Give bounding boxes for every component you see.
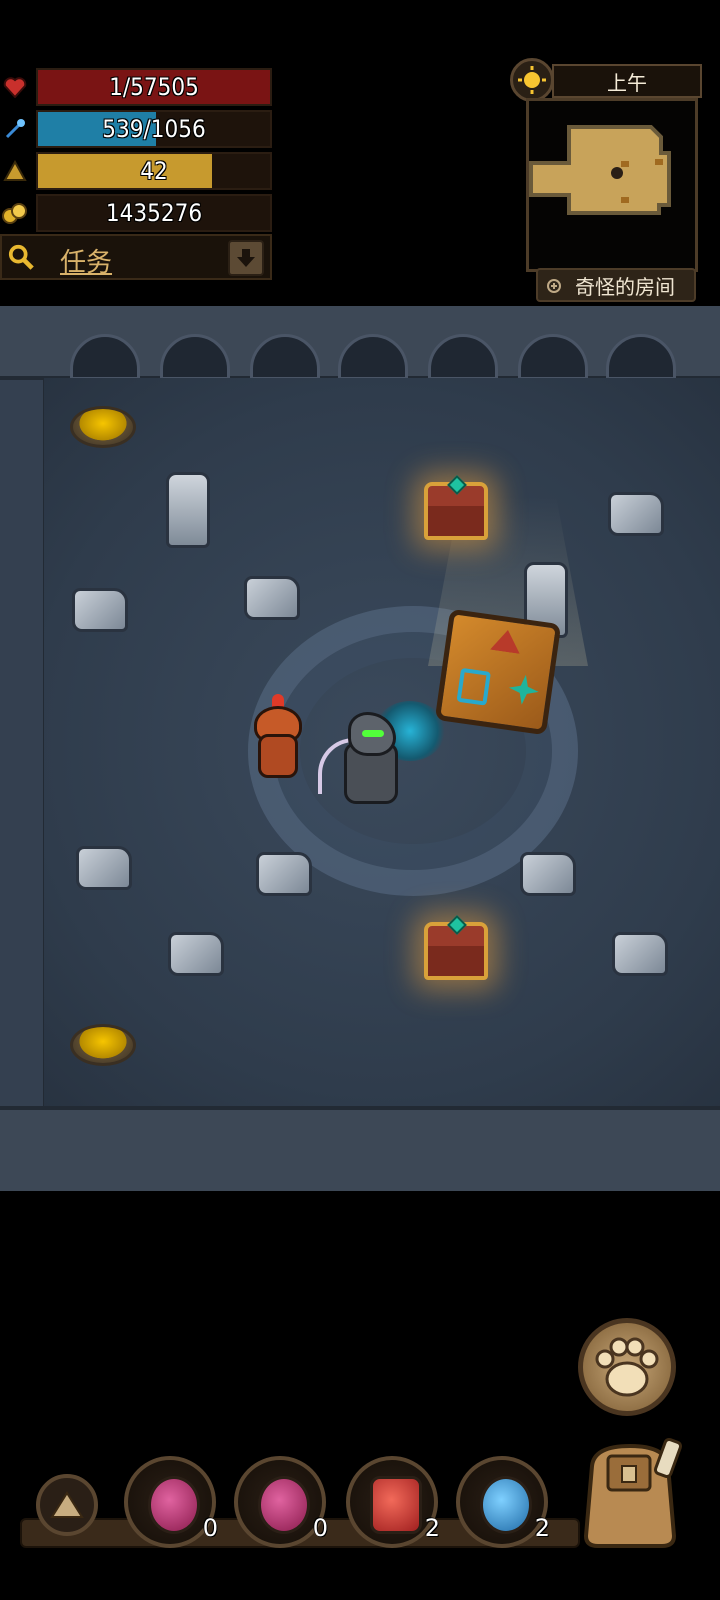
ore-rock[interactable] bbox=[76, 846, 132, 890]
mana-text: 539/1056 bbox=[102, 115, 206, 143]
minimap[interactable] bbox=[526, 98, 698, 272]
health-bar: 1/57505 bbox=[36, 68, 272, 106]
magic-wand-icon bbox=[2, 116, 28, 142]
backpack-button[interactable] bbox=[574, 1436, 686, 1552]
gold-pot[interactable] bbox=[70, 406, 136, 448]
ore-rock[interactable] bbox=[608, 492, 664, 536]
ore-rock[interactable] bbox=[256, 852, 312, 896]
arrow-up-icon bbox=[50, 1491, 84, 1518]
mana-potion-slot[interactable]: 0 bbox=[234, 1456, 328, 1548]
slot-count: 0 bbox=[312, 1514, 328, 1542]
dark-knight-companion[interactable] bbox=[318, 708, 418, 818]
paw-icon bbox=[595, 1337, 659, 1397]
mana-row: 539/1056 bbox=[0, 108, 272, 148]
slot-count: 2 bbox=[424, 1514, 440, 1542]
blue-potion-icon bbox=[480, 1476, 532, 1534]
health-potion-icon bbox=[148, 1476, 200, 1534]
gold-row: 1435276 bbox=[0, 192, 272, 232]
wall-arch bbox=[606, 334, 676, 380]
rune-cube[interactable] bbox=[434, 608, 562, 736]
treasure-chest[interactable] bbox=[424, 475, 488, 540]
gold-text: 1435276 bbox=[105, 199, 203, 227]
heart-icon bbox=[2, 74, 28, 100]
ore-rock[interactable] bbox=[244, 576, 300, 620]
minimap-panel: 上午 奇怪的房间 bbox=[510, 58, 714, 308]
task-label[interactable]: 任务 bbox=[60, 242, 112, 279]
game-scene[interactable] bbox=[0, 306, 720, 1191]
health-text: 1/57505 bbox=[109, 73, 199, 101]
wall-arch bbox=[428, 334, 498, 380]
green-rune-icon bbox=[507, 673, 541, 707]
experience-bar: 42 bbox=[36, 152, 272, 190]
hero-body bbox=[258, 734, 298, 778]
triangle-level-icon bbox=[2, 158, 28, 184]
wall-arch bbox=[518, 334, 588, 380]
room-name-label[interactable]: 奇怪的房间 bbox=[536, 268, 696, 302]
room-name-text: 奇怪的房间 bbox=[575, 274, 675, 299]
left-wall bbox=[0, 380, 46, 1106]
backpack-icon bbox=[583, 1437, 683, 1548]
blue-potion-slot[interactable]: 2 bbox=[456, 1456, 550, 1548]
pet-paw-button[interactable] bbox=[578, 1318, 676, 1416]
player-marker-icon bbox=[611, 167, 623, 179]
wall-arch bbox=[70, 334, 140, 380]
player-character[interactable] bbox=[246, 694, 310, 794]
top-wall bbox=[0, 306, 720, 380]
magnifier-icon bbox=[8, 244, 34, 270]
time-of-day-label: 上午 bbox=[552, 64, 702, 98]
zoom-icon bbox=[546, 277, 564, 301]
scroll-slot[interactable]: 2 bbox=[346, 1456, 440, 1548]
glowing-eyes bbox=[362, 730, 384, 737]
gold-bar: 1435276 bbox=[36, 194, 272, 232]
ore-rock[interactable] bbox=[520, 852, 576, 896]
wall-arch bbox=[250, 334, 320, 380]
arrow-down-icon bbox=[237, 249, 255, 267]
health-potion-slot[interactable]: 0 bbox=[124, 1456, 218, 1548]
task-expand-button[interactable] bbox=[228, 240, 264, 276]
task-panel[interactable]: 任务 bbox=[0, 234, 272, 280]
gold-coins-icon bbox=[2, 200, 28, 226]
wall-arch bbox=[338, 334, 408, 380]
red-rune-icon bbox=[490, 628, 523, 654]
health-row: 1/57505 bbox=[0, 66, 272, 106]
mana-bar: 539/1056 bbox=[36, 110, 272, 148]
ore-rock[interactable] bbox=[168, 932, 224, 976]
ore-rock[interactable] bbox=[72, 588, 128, 632]
treasure-chest[interactable] bbox=[424, 915, 488, 980]
wall-arch bbox=[160, 334, 230, 380]
ore-rock[interactable] bbox=[612, 932, 668, 976]
minimap-room-layout bbox=[529, 125, 671, 215]
gold-pot[interactable] bbox=[70, 1024, 136, 1066]
sun-icon bbox=[510, 58, 554, 102]
level-row: 42 bbox=[0, 150, 272, 190]
slot-count: 0 bbox=[202, 1514, 218, 1542]
potion-flask-icon bbox=[258, 1476, 310, 1534]
level-text: 42 bbox=[140, 157, 168, 185]
expand-quickbar-button[interactable] bbox=[36, 1474, 98, 1536]
blue-rune-icon bbox=[456, 667, 491, 706]
crest-scroll-icon bbox=[370, 1476, 422, 1534]
ore-rock[interactable] bbox=[166, 472, 210, 548]
slot-count: 2 bbox=[534, 1514, 550, 1542]
bottom-wall bbox=[0, 1106, 720, 1191]
